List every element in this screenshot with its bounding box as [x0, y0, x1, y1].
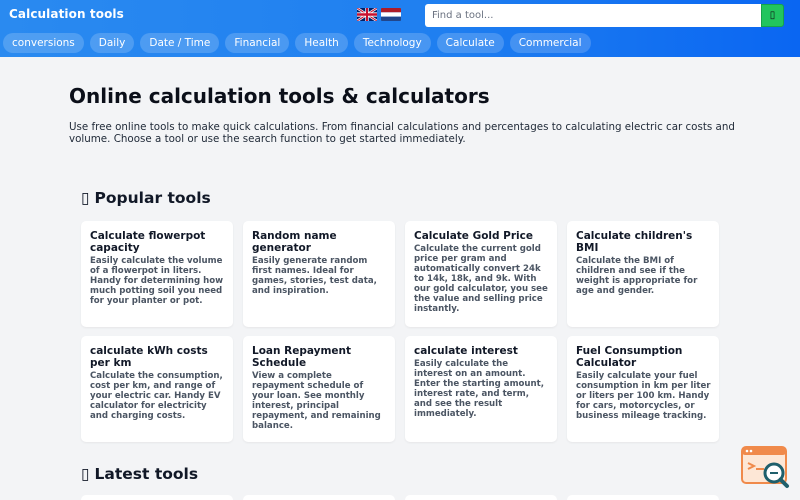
tool-card[interactable]: Calculate children's BMI Calculate the B…: [567, 221, 719, 327]
tool-card[interactable]: [81, 495, 233, 500]
page-intro: Use free online tools to make quick calc…: [69, 121, 735, 145]
nav-item-commercial[interactable]: Commercial: [509, 33, 591, 53]
tool-card[interactable]: Calculate flowerpot capacity Easily calc…: [81, 221, 233, 327]
nav-item-technology[interactable]: Technology: [353, 33, 431, 53]
search-button[interactable]: ▯: [761, 4, 784, 27]
tool-card-title: Fuel Consumption Calculator: [576, 345, 683, 369]
search-bar: ▯: [425, 4, 784, 27]
tool-card-description: Calculate the current gold price per gra…: [414, 244, 548, 314]
tool-card-title: Calculate Gold Price: [414, 230, 533, 242]
popular-tools-heading: ▯ Popular tools: [81, 189, 211, 207]
tool-card-title: Random name generator: [252, 230, 337, 254]
tool-card-description: Easily calculate the interest on an amou…: [414, 359, 545, 419]
nav-item-daily[interactable]: Daily: [89, 33, 135, 53]
uk-flag-icon[interactable]: [357, 8, 377, 21]
nav-item-calculate[interactable]: Calculate: [436, 33, 504, 53]
tool-card-title: Calculate flowerpot capacity: [90, 230, 206, 254]
tool-card[interactable]: Loan Repayment Schedule View a complete …: [243, 336, 395, 442]
nav-item-date-time[interactable]: Date / Time: [140, 33, 220, 53]
tool-card[interactable]: [405, 495, 557, 500]
popular-icon: ▯: [81, 189, 90, 207]
nav-item-conversions[interactable]: conversions: [3, 33, 84, 53]
tool-card-description: Calculate the BMI of children and see if…: [576, 256, 698, 296]
language-switcher: [357, 8, 401, 21]
category-nav: conversions Daily Date / Time Financial …: [3, 33, 591, 53]
nav-item-financial[interactable]: Financial: [225, 33, 290, 53]
tool-card-description: Easily calculate the volume of a flowerp…: [90, 256, 224, 306]
tool-card[interactable]: calculate interest Easily calculate the …: [405, 336, 557, 442]
search-input[interactable]: [425, 4, 761, 27]
popular-heading-text: Popular tools: [94, 189, 211, 207]
popular-tools-grid: Calculate flowerpot capacity Easily calc…: [81, 221, 719, 442]
tool-card-title: calculate interest: [414, 345, 518, 357]
tool-card[interactable]: Fuel Consumption Calculator Easily calcu…: [567, 336, 719, 442]
nav-item-health[interactable]: Health: [295, 33, 348, 53]
tool-card[interactable]: Calculate Gold Price Calculate the curre…: [405, 221, 557, 327]
tool-card[interactable]: Random name generator Easily generate ra…: [243, 221, 395, 327]
nl-flag-icon[interactable]: [381, 8, 401, 21]
tool-card[interactable]: calculate kWh costs per km Calculate the…: [81, 336, 233, 442]
tool-card-title: calculate kWh costs per km: [90, 345, 208, 369]
tool-card-description: Easily generate random first names. Idea…: [252, 256, 377, 296]
tool-card-description: Easily calculate your fuel consumption i…: [576, 371, 711, 421]
tool-card[interactable]: [243, 495, 395, 500]
tool-card-description: Calculate the consumption, cost per km, …: [90, 371, 223, 421]
tool-card-title: Calculate children's BMI: [576, 230, 693, 254]
latest-heading-text: Latest tools: [94, 465, 199, 483]
site-logo-icon[interactable]: [740, 445, 792, 491]
latest-tools-heading: ▯ Latest tools: [81, 465, 198, 483]
latest-tools-grid: [81, 495, 719, 500]
latest-icon: ▯: [81, 465, 90, 483]
page-title: Online calculation tools & calculators: [69, 84, 490, 108]
search-icon: ▯: [769, 9, 776, 21]
tool-card-title: Loan Repayment Schedule: [252, 345, 352, 369]
tool-card-description: View a complete repayment schedule of yo…: [252, 371, 381, 431]
site-brand[interactable]: Calculation tools: [9, 7, 124, 21]
tool-card[interactable]: [567, 495, 719, 500]
top-bar: Calculation tools ▯ conversions Daily Da…: [0, 0, 800, 57]
